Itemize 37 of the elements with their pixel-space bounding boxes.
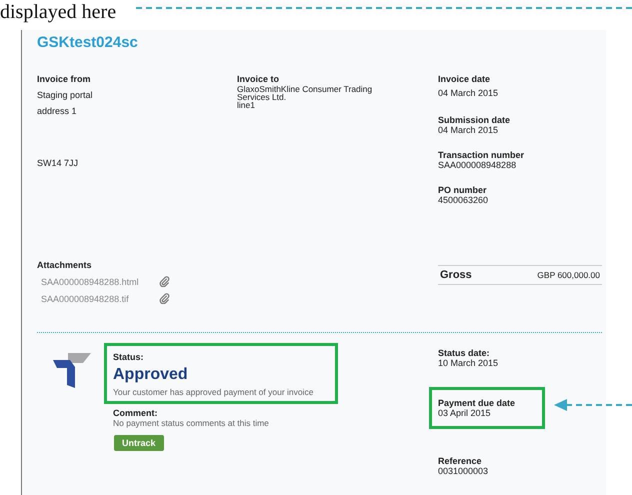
attachments-label: Attachments: [37, 260, 93, 270]
field-label: PO number: [438, 185, 488, 195]
field-value: 04 March 2015: [438, 125, 500, 135]
field-value: 10 March 2015: [438, 358, 500, 368]
address-line: line1: [237, 101, 255, 109]
field-label: Status date:: [438, 348, 491, 358]
field-label: Payment due date: [438, 398, 516, 408]
field-label: Transaction number: [438, 150, 526, 160]
field-value: 03 April 2015: [438, 408, 492, 418]
invoice-title: GSKtest024sc: [37, 33, 139, 53]
gross-label: Gross: [440, 269, 472, 281]
field-value: 0031000003: [438, 466, 490, 476]
address-line: SW14 7JJ: [37, 158, 80, 168]
attachment-link[interactable]: SAA000008948288.html: [41, 276, 147, 286]
logo-icon: [53, 350, 91, 388]
field-value: SAA000008948288: [438, 160, 518, 170]
status-message: Your customer has approved payment of your invoice: [113, 387, 314, 397]
field-value: 04 March 2015: [438, 88, 500, 98]
address-line: Staging portal: [37, 90, 94, 100]
field-label: Submission date: [438, 115, 512, 125]
attachment-link[interactable]: SAA000008948288.tif: [41, 294, 147, 304]
comment-label: Comment:: [113, 408, 158, 418]
comment-text: No payment status comments at this time: [113, 418, 270, 428]
field-label: Reference: [438, 456, 483, 466]
paperclip-icon[interactable]: [159, 276, 170, 287]
field-value: 4500063260: [438, 195, 490, 205]
untrack-button[interactable]: Untrack: [114, 435, 164, 451]
status-value: Approved: [113, 366, 189, 384]
field-label: Invoice to: [237, 74, 280, 84]
paperclip-icon[interactable]: [159, 293, 170, 304]
address-line: address 1: [37, 106, 78, 116]
field-label: Invoice date: [438, 74, 492, 84]
gross-amount: GBP 600,000.00: [537, 270, 600, 280]
status-label: Status:: [113, 352, 145, 362]
address-line: GlaxoSmithKline Consumer Trading Services Ltd.: [237, 85, 374, 101]
caption-text: displayed here: [0, 1, 116, 23]
field-label: Invoice from: [37, 74, 92, 84]
